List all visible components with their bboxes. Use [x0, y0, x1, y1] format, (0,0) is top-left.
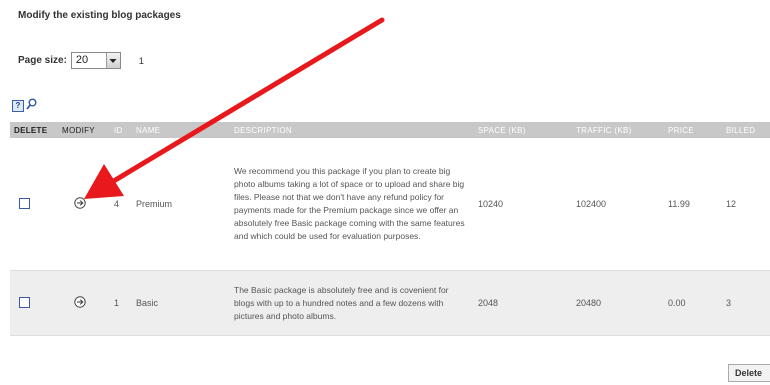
- space-cell: 2048: [474, 270, 572, 336]
- id-cell: 1: [110, 270, 132, 336]
- table-row: 1 Basic The Basic package is absolutely …: [10, 270, 770, 336]
- page-title: Modify the existing blog packages: [18, 10, 181, 21]
- delete-cell: [10, 138, 58, 271]
- name-cell: Basic: [132, 270, 230, 336]
- delete-checkbox[interactable]: [19, 197, 30, 209]
- circle-arrow-right-icon[interactable]: [74, 296, 86, 310]
- header-billed[interactable]: BILLED: [722, 122, 770, 138]
- chevron-down-icon[interactable]: [105, 53, 120, 68]
- delete-checkbox[interactable]: [19, 296, 30, 308]
- table-tools: ?: [12, 97, 37, 115]
- modify-cell: [58, 270, 110, 336]
- header-traffic[interactable]: TRAFFIC (KB): [572, 122, 664, 138]
- page-size-select[interactable]: 20: [70, 52, 121, 69]
- packages-table: DELETE MODIFY ID NAME DESCRIPTION SPACE …: [10, 122, 770, 336]
- description-cell: We recommend you this package if you pla…: [230, 138, 474, 271]
- current-page-number[interactable]: 1: [139, 56, 144, 66]
- help-icon[interactable]: ?: [12, 100, 24, 112]
- name-cell: Premium: [132, 138, 230, 271]
- table-header-row: DELETE MODIFY ID NAME DESCRIPTION SPACE …: [10, 122, 770, 138]
- header-name[interactable]: NAME: [132, 122, 230, 138]
- delete-cell: [10, 270, 58, 336]
- billed-cell: 3: [722, 270, 770, 336]
- search-icon[interactable]: [26, 97, 37, 115]
- circle-arrow-right-icon[interactable]: [74, 197, 86, 211]
- id-cell: 4: [110, 138, 132, 271]
- pager: Page size: 20 1: [18, 52, 144, 69]
- price-cell: 11.99: [664, 138, 722, 271]
- billed-cell: 12: [722, 138, 770, 271]
- modify-cell: [58, 138, 110, 271]
- header-delete: DELETE: [10, 122, 58, 138]
- traffic-cell: 102400: [572, 138, 664, 271]
- header-price[interactable]: PRICE: [664, 122, 722, 138]
- space-cell: 10240: [474, 138, 572, 271]
- page-size-label: Page size:: [18, 55, 67, 66]
- header-description[interactable]: DESCRIPTION: [230, 122, 474, 138]
- page-size-value: 20: [75, 54, 89, 66]
- traffic-cell: 20480: [572, 270, 664, 336]
- table-row: 4 Premium We recommend you this package …: [10, 138, 770, 271]
- header-space[interactable]: SPACE (KB): [474, 122, 572, 138]
- delete-button[interactable]: Delete: [728, 364, 770, 382]
- price-cell: 0.00: [664, 270, 722, 336]
- description-cell: The Basic package is absolutely free and…: [230, 270, 474, 336]
- header-id[interactable]: ID: [110, 122, 132, 138]
- header-modify: MODIFY: [58, 122, 110, 138]
